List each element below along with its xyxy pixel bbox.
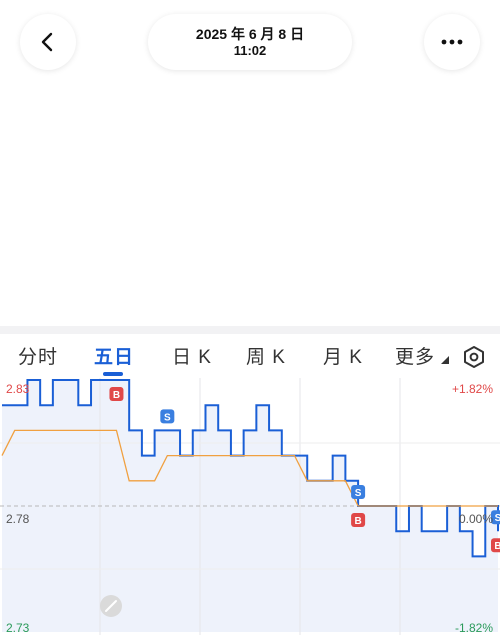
trade-marker-label: S xyxy=(355,488,362,499)
more-button[interactable] xyxy=(424,14,480,70)
tab-monthly-k[interactable]: 月 K xyxy=(323,342,363,369)
trade-marker-label: B xyxy=(113,390,120,401)
active-tab-indicator xyxy=(103,372,123,376)
pct-max-label: +1.82% xyxy=(452,382,493,396)
chevron-left-icon xyxy=(41,32,53,52)
pct-mid-label: 0.00% xyxy=(459,512,493,526)
back-button[interactable] xyxy=(20,14,76,70)
tab-more-label: 更多 xyxy=(395,347,436,368)
trade-marker-label: S xyxy=(164,412,171,423)
tab-daily-k[interactable]: 日 K xyxy=(172,342,212,369)
top-bar: 2025 年 6 月 8 日 11:02 xyxy=(0,0,500,90)
trade-marker-label: B xyxy=(494,541,500,552)
time-label: 11:02 xyxy=(233,43,267,58)
y-min-label: 2.73 xyxy=(6,621,30,635)
tab-weekly-k[interactable]: 周 K xyxy=(246,342,286,369)
trade-marker-label: B xyxy=(354,516,361,527)
hexagon-settings-icon[interactable] xyxy=(462,345,486,369)
trade-marker[interactable]: S xyxy=(351,485,366,499)
y-mid-label: 2.78 xyxy=(6,512,30,526)
chart-period-tabs: 分时 五日 日 K 周 K 月 K 更多 xyxy=(0,334,500,378)
trade-marker[interactable]: S xyxy=(160,409,175,424)
five-day-chart[interactable]: B S S B S B 2.83 2.78 2.73 +1.82% 0.00% -1.82… xyxy=(0,378,500,635)
caret-down-icon xyxy=(441,356,450,364)
y-max-label: 2.83 xyxy=(6,382,30,396)
pct-min-label: -1.82% xyxy=(455,621,493,635)
trade-marker[interactable]: B xyxy=(109,387,124,401)
ellipsis-icon xyxy=(441,39,463,45)
trade-marker[interactable]: B xyxy=(351,513,366,527)
trade-marker-label: S xyxy=(495,513,500,524)
trade-marker[interactable]: B xyxy=(491,538,500,552)
tab-more[interactable]: 更多 xyxy=(395,342,450,369)
zoom-hint-icon[interactable] xyxy=(100,595,122,617)
tab-five-day[interactable]: 五日 xyxy=(94,342,134,369)
tab-intraday[interactable]: 分时 xyxy=(18,342,58,369)
date-label: 2025 年 6 月 8 日 xyxy=(195,26,305,42)
date-time-pill: 2025 年 6 月 8 日 11:02 xyxy=(148,14,352,70)
section-divider xyxy=(0,326,500,334)
